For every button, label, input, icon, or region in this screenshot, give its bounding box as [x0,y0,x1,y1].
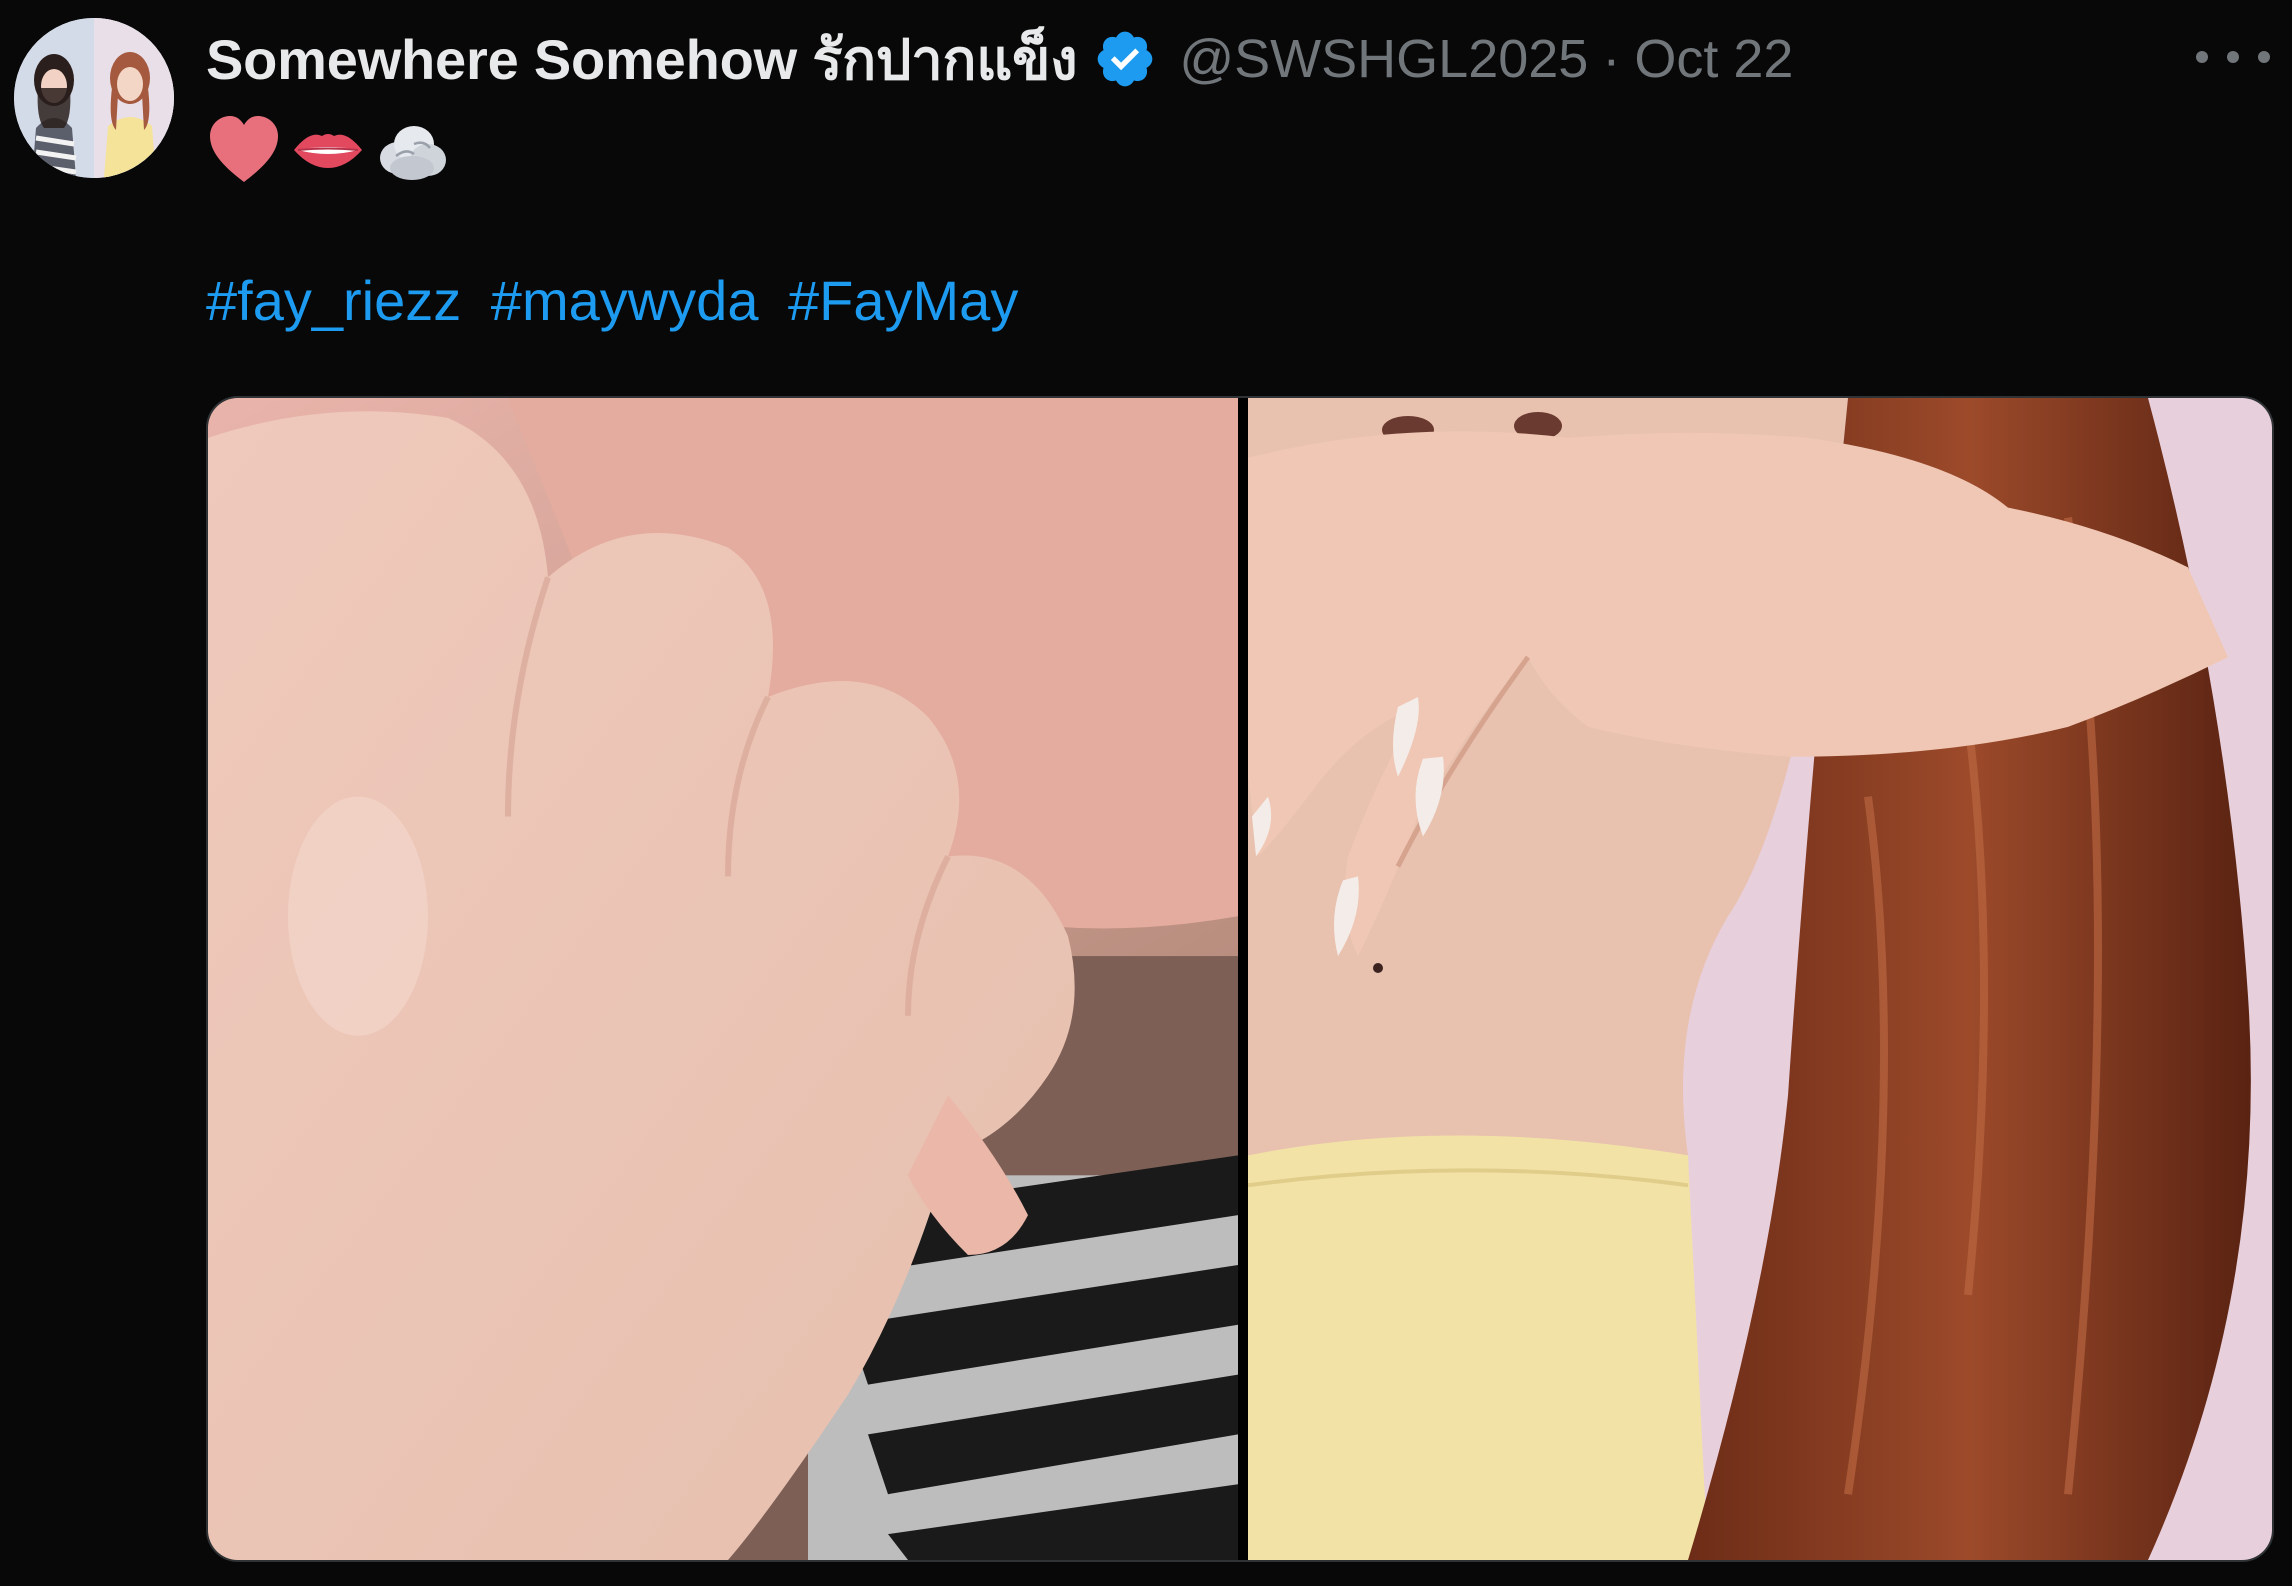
media-photo-left[interactable] [208,398,1238,1560]
more-dot-icon [2258,51,2270,63]
hashtag-link[interactable]: #maywyda [491,269,759,332]
lips-emoji-icon [294,134,362,168]
hand-lips-photo [1248,398,2272,1560]
dashing-cloud-emoji-icon [380,126,446,180]
tweet-hashtags: #fay_riezz #maywyda #FayMay [206,268,1018,333]
tweet[interactable]: Somewhere Somehow รักปากแข็ง @SWSHGL2025… [0,0,2292,1586]
tweet-media [206,396,2274,1562]
heart-emoji-icon [210,116,278,182]
user-avatar[interactable] [14,18,174,178]
user-handle[interactable]: @SWSHGL2025 [1179,28,1588,90]
display-name[interactable]: Somewhere Somehow รักปากแข็ง [206,15,1078,104]
verified-badge-icon[interactable] [1093,27,1157,91]
separator-dot: · [1602,29,1621,89]
more-dot-icon [2196,51,2208,63]
tweet-date[interactable]: Oct 22 [1634,28,1793,90]
tweet-header: Somewhere Somehow รักปากแข็ง @SWSHGL2025… [206,22,1793,96]
avatar-image [14,18,174,178]
hashtag-link[interactable]: #FayMay [788,269,1018,332]
more-dot-icon [2227,51,2239,63]
hand-chin-photo [208,398,1238,1560]
more-options-button[interactable] [2196,30,2270,84]
tweet-emoji-row [206,110,450,190]
media-photo-right[interactable] [1248,398,2272,1560]
hashtag-link[interactable]: #fay_riezz [206,269,461,332]
